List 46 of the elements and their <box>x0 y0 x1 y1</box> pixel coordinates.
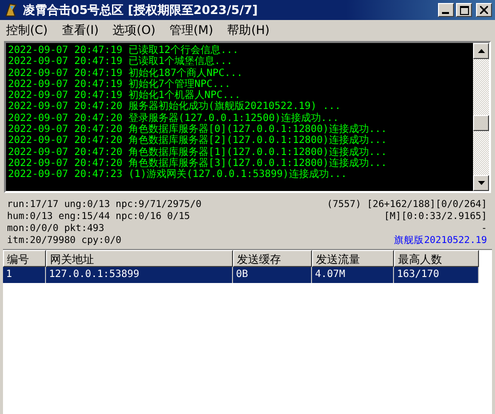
minimize-button[interactable] <box>438 3 454 17</box>
log-line: 2022-09-07 20:47:20 服务器初始化成功(旗舰版20210522.19) ... <box>8 101 342 112</box>
status-text: hum:0/13 eng:15/44 npc:0/16 0/15 <box>7 211 192 223</box>
menu-item[interactable]: 选项(O) <box>112 22 156 38</box>
log-line: 2022-09-07 20:47:19 初始化7个管理NPC... <box>8 78 232 90</box>
log-line: 2022-09-07 20:47:20 角色数据库服务器[2](127.0.0.1:12800)连接成功... <box>8 135 388 146</box>
column-header[interactable]: 网关地址 <box>46 250 233 267</box>
status-text: itm:20/79980 cpy:0/0 <box>7 235 122 247</box>
version-label: 旗舰版20210522.19 <box>394 235 487 247</box>
scrollbar[interactable] <box>473 43 489 191</box>
up-arrow-icon[interactable] <box>478 49 484 53</box>
menu-item[interactable]: 查看(I) <box>62 22 99 38</box>
menu-item[interactable]: 管理(M) <box>169 22 214 38</box>
scroll-thumb[interactable] <box>473 115 489 131</box>
down-arrow-icon[interactable] <box>478 181 484 185</box>
window-title: 凌霄合击05号总区 [授权期限至2023/5/7] <box>23 2 259 18</box>
status-text: (7557) [26+162/188][0/0/264] <box>326 199 487 211</box>
table-cell: 4.07M <box>312 267 394 283</box>
log-line: 2022-09-07 20:47:23 (1)游戏网关(127.0.0.1:53899)连接成功... <box>8 169 348 181</box>
maximize-button[interactable] <box>456 3 472 17</box>
menu-item[interactable]: 帮助(H) <box>227 22 270 38</box>
table-cell: 1 <box>3 267 46 283</box>
status-text: run:17/17 ung:0/13 npc:9/71/2975/0 <box>7 199 202 211</box>
close-icon <box>480 6 488 14</box>
table-cell: 0B <box>233 267 312 283</box>
status-text: - <box>481 223 487 235</box>
log-line: 2022-09-07 20:47:19 初始化187个商人NPC... <box>8 68 244 79</box>
log-line: 2022-09-07 20:47:19 已读取1个城堡信息... <box>8 56 234 68</box>
column-header[interactable]: 发送缓存 <box>233 250 312 267</box>
maximize-icon <box>460 6 468 14</box>
status-text: [M][0:0:33/2.9165] <box>384 211 487 223</box>
status-text: mon:0/0/0 pkt:493 <box>7 223 106 235</box>
close-button[interactable] <box>476 3 492 17</box>
log-line: 2022-09-07 20:47:20 角色数据库服务器[1](127.0.0.1:12800)连接成功... <box>8 146 388 158</box>
log-line: 2022-09-07 20:47:19 已读取12个行会信息... <box>8 45 240 56</box>
column-header[interactable]: 发送流量 <box>312 250 394 267</box>
table-cell: 127.0.0.1:53899 <box>46 267 233 283</box>
app-icon <box>3 2 19 18</box>
column-header[interactable]: 编号 <box>3 250 46 267</box>
menu-item[interactable]: 控制(C) <box>6 22 48 38</box>
table-cell: 163/170 <box>394 267 479 283</box>
log-line: 2022-09-07 20:47:20 角色数据库服务器[0](127.0.0.1:12800)连接成功... <box>8 124 388 136</box>
column-header[interactable]: 最高人数 <box>394 250 479 267</box>
log-line: 2022-09-07 20:47:19 初始化1个机器人NPC... <box>8 90 241 102</box>
log-line: 2022-09-07 20:47:20 登录服务器(127.0.0.1:12500)连接成功... <box>8 112 339 124</box>
log-line: 2022-09-07 20:47:20 角色数据库服务器[3](127.0.0.1:12800)连接成功... <box>8 158 388 169</box>
